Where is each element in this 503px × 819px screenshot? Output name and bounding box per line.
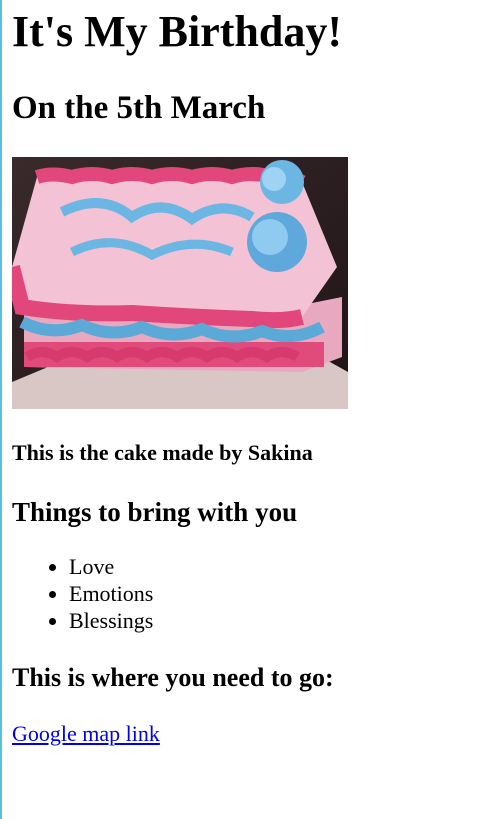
location-heading: This is where you need to go: [12, 663, 334, 692]
google-map-link[interactable]: Google map link [12, 719, 160, 749]
bring-heading: Things to bring with you [12, 497, 298, 527]
list-item: Emotions [69, 580, 153, 607]
bring-list: Love Emotions Blessings [12, 553, 153, 634]
cake-caption: This is the cake made by Sakina [12, 440, 313, 465]
left-border [0, 0, 2, 819]
list-item: Blessings [69, 607, 153, 634]
cake-image [12, 157, 348, 409]
page-subtitle: On the 5th March [12, 90, 266, 126]
list-item: Love [69, 553, 153, 580]
page-title: It's My Birthday! [12, 7, 342, 56]
